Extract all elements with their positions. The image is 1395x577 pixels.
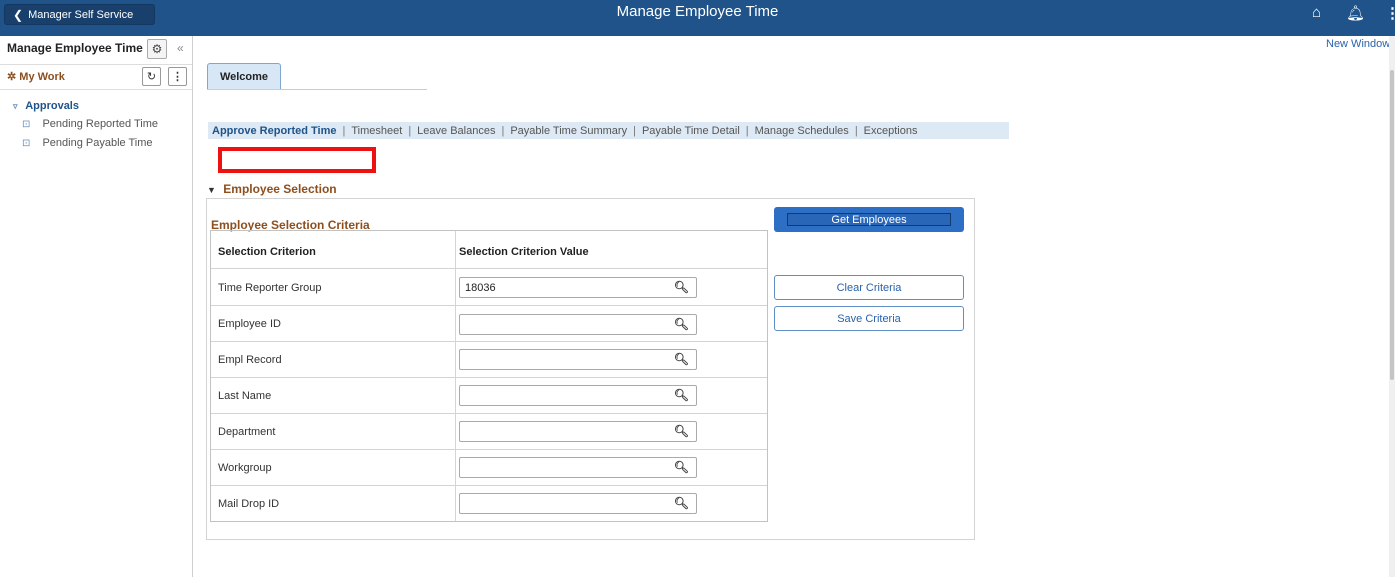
criterion-label: Workgroup xyxy=(218,462,272,474)
link-payable-time-detail[interactable]: Payable Time Detail xyxy=(642,125,740,137)
triangle-down-icon: ▿ xyxy=(13,101,18,111)
save-criteria-button[interactable]: Save Criteria xyxy=(774,306,964,331)
selection-criteria-grid: Selection Criterion Selection Criterion … xyxy=(210,230,768,522)
table-row: Workgroup 🔍︎ xyxy=(211,450,767,486)
more-vertical-icon[interactable]: ⋮ xyxy=(1385,4,1395,22)
bell-icon[interactable]: 🔔︎ xyxy=(1346,4,1365,22)
my-work-icon: ✲ xyxy=(7,71,17,83)
search-icon[interactable]: 🔍︎ xyxy=(674,352,689,366)
department-input[interactable]: 🔍︎ xyxy=(459,421,697,442)
separator: | xyxy=(342,124,346,137)
search-icon[interactable]: 🔍︎ xyxy=(674,460,689,474)
document-icon: ⊡ xyxy=(22,119,31,130)
link-approve-reported-time[interactable]: Approve Reported Time xyxy=(212,125,337,137)
criterion-label: Mail Drop ID xyxy=(218,498,280,510)
clear-criteria-button[interactable]: Clear Criteria xyxy=(774,275,964,300)
employee-selection-section-header[interactable]: ▼ Employee Selection xyxy=(207,182,337,196)
mail-drop-id-input[interactable]: 🔍︎ xyxy=(459,493,697,514)
time-reporter-group-input[interactable]: 18036 🔍︎ xyxy=(459,277,697,298)
search-icon[interactable]: 🔍︎ xyxy=(674,388,689,402)
criterion-label: Empl Record xyxy=(218,354,282,366)
table-row: Employee ID 🔍︎ xyxy=(211,306,767,342)
table-row: Department 🔍︎ xyxy=(211,414,767,450)
my-work-row: ✲ My Work ↻ ⋮ xyxy=(0,64,192,90)
link-payable-time-summary[interactable]: Payable Time Summary xyxy=(510,125,627,137)
get-employees-label: Get Employees xyxy=(787,213,951,226)
new-window-link[interactable]: New Window xyxy=(1326,38,1390,50)
gear-icon[interactable]: ⚙ xyxy=(147,39,167,59)
separator: | xyxy=(854,124,858,137)
link-manage-schedules[interactable]: Manage Schedules xyxy=(755,125,849,137)
page-links-bar: Approve Reported Time | Timesheet | Leav… xyxy=(208,122,1009,139)
link-exceptions[interactable]: Exceptions xyxy=(864,125,918,137)
refresh-icon[interactable]: ↻ xyxy=(142,67,161,86)
separator: | xyxy=(745,124,749,137)
criterion-label: Time Reporter Group xyxy=(218,282,322,294)
panel-title: Manage Employee Time xyxy=(7,41,143,55)
search-icon[interactable]: 🔍︎ xyxy=(674,317,689,331)
link-timesheet[interactable]: Timesheet xyxy=(351,125,402,137)
triangle-down-icon: ▼ xyxy=(207,185,216,195)
last-name-input[interactable]: 🔍︎ xyxy=(459,385,697,406)
home-icon[interactable]: ⌂ xyxy=(1312,4,1321,21)
search-icon[interactable]: 🔍︎ xyxy=(674,496,689,510)
criterion-label: Employee ID xyxy=(218,318,281,330)
separator: | xyxy=(408,124,412,137)
column-header-value: Selection Criterion Value xyxy=(459,246,589,258)
link-leave-balances[interactable]: Leave Balances xyxy=(417,125,495,137)
tab-underline xyxy=(207,89,427,90)
separator: | xyxy=(501,124,505,137)
page-title: Manage Employee Time xyxy=(616,3,779,20)
search-icon[interactable]: 🔍︎ xyxy=(674,280,689,294)
empl-record-input[interactable]: 🔍︎ xyxy=(459,349,697,370)
column-header-criterion: Selection Criterion xyxy=(218,246,316,258)
collapse-panel-icon[interactable]: « xyxy=(177,41,184,55)
employee-id-input[interactable]: 🔍︎ xyxy=(459,314,697,335)
table-row: Time Reporter Group 18036 🔍︎ xyxy=(211,269,767,306)
criterion-label: Last Name xyxy=(218,390,272,402)
get-employees-button[interactable]: Get Employees xyxy=(774,207,964,232)
left-navigation-panel: Manage Employee Time ⚙ « ✲ My Work ↻ ⋮ ▿… xyxy=(0,36,193,577)
more-options-icon[interactable]: ⋮ xyxy=(168,67,187,86)
criterion-label: Department xyxy=(218,426,276,438)
table-row: Mail Drop ID 🔍︎ xyxy=(211,486,767,521)
nav-item-pending-payable-time[interactable]: ⊡ Pending Payable Time xyxy=(22,137,153,149)
search-icon[interactable]: 🔍︎ xyxy=(674,424,689,438)
my-work-label[interactable]: ✲ My Work xyxy=(7,70,65,83)
table-row: Empl Record 🔍︎ xyxy=(211,342,767,378)
scrollbar-thumb[interactable] xyxy=(1390,70,1394,380)
workgroup-input[interactable]: 🔍︎ xyxy=(459,457,697,478)
grid-header-row: Selection Criterion Selection Criterion … xyxy=(211,231,767,269)
separator: | xyxy=(633,124,636,137)
nav-item-pending-reported-time[interactable]: ⊡ Pending Reported Time xyxy=(22,118,158,130)
table-row: Last Name 🔍︎ xyxy=(211,378,767,414)
top-header: ❮ Manager Self Service Manage Employee T… xyxy=(0,0,1395,36)
document-icon: ⊡ xyxy=(22,138,31,149)
input-value: 18036 xyxy=(465,282,496,294)
highlight-box xyxy=(218,147,376,173)
approvals-folder[interactable]: ▿ Approvals xyxy=(13,100,79,112)
tab-welcome[interactable]: Welcome xyxy=(207,63,281,90)
